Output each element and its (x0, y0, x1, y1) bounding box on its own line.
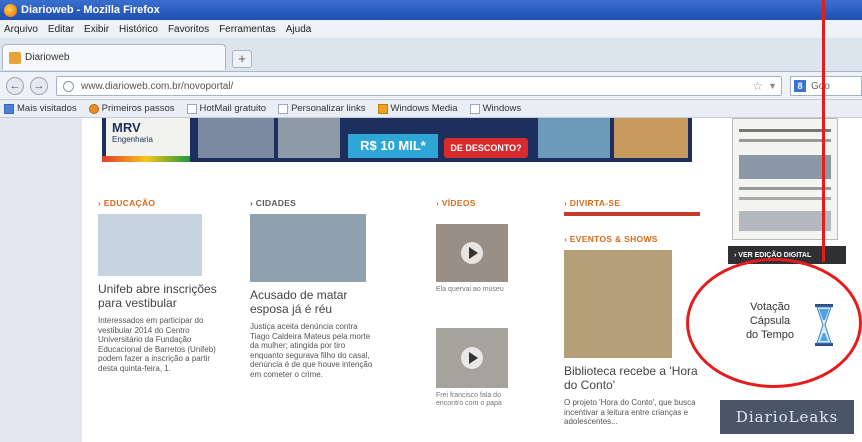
menu-bar: Arquivo Editar Exibir Histórico Favorito… (0, 20, 862, 38)
news-column-educacao: › EDUCAÇÃO Unifeb abre inscrições para v… (98, 198, 220, 373)
tab-label: Diarioweb (25, 52, 70, 63)
annotation-arrow (822, 0, 825, 262)
bookmark-label: Windows Media (390, 103, 458, 114)
news-headline[interactable]: Biblioteca recebe a 'Hora do Conto' (564, 364, 700, 392)
new-tab-button[interactable]: + (232, 50, 252, 68)
news-thumbnail[interactable] (564, 250, 672, 358)
forward-button[interactable]: → (30, 77, 48, 95)
news-thumbnail[interactable] (98, 214, 202, 276)
news-thumbnail[interactable] (250, 214, 366, 282)
main-content: MRV Engenharia R$ 10 MIL* DE DESCONTO? ›… (82, 118, 712, 442)
navigation-bar: ← → www.diarioweb.com.br/novoportal/ ☆ ▼… (0, 72, 862, 100)
subsection-title[interactable]: › EVENTOS & SHOWS (564, 234, 700, 244)
menu-editar[interactable]: Editar (48, 24, 74, 35)
section-divider (564, 212, 700, 216)
building-photo (278, 118, 340, 158)
window-title: Diarioweb - Mozilla Firefox (21, 4, 160, 16)
section-title[interactable]: › EDUCAÇÃO (98, 198, 220, 208)
video-thumbnail[interactable] (436, 224, 508, 282)
menu-historico[interactable]: Histórico (119, 24, 158, 35)
discount-tag: DE DESCONTO? (444, 138, 528, 158)
bookmark-windows[interactable]: Windows (469, 103, 522, 114)
building-photo (198, 118, 274, 158)
globe-icon (63, 81, 74, 92)
page-icon (186, 103, 197, 114)
back-button[interactable]: ← (6, 77, 24, 95)
news-headline[interactable]: Acusado de matar esposa já é réu (250, 288, 374, 316)
url-bar[interactable]: www.diarioweb.com.br/novoportal/ ☆ ▼ (56, 76, 782, 96)
bookmark-mais-visitados[interactable]: Mais visitados (4, 103, 77, 114)
browser-window: Diarioweb - Mozilla Firefox Arquivo Edit… (0, 0, 862, 442)
tab-strip: Diarioweb + (0, 38, 862, 72)
section-title[interactable]: › VÍDEOS (436, 198, 516, 208)
brand-name: MRV (112, 120, 141, 135)
play-icon[interactable] (461, 242, 483, 264)
page-icon (278, 103, 289, 114)
cover-photo (739, 211, 831, 231)
news-summary: O projeto 'Hora do Conto', que busca inc… (564, 398, 696, 426)
price-badge: R$ 10 MIL* (348, 134, 438, 158)
menu-ajuda[interactable]: Ajuda (286, 24, 312, 35)
menu-ferramentas[interactable]: Ferramentas (219, 24, 276, 35)
text-line (739, 187, 831, 190)
search-input[interactable]: 8 Goo (790, 76, 862, 96)
google-icon: 8 (794, 80, 806, 92)
news-summary: Justiça aceita denúncia contra Tiago Cal… (250, 322, 373, 379)
page-icon (469, 103, 480, 114)
section-title[interactable]: › DIVIRTA-SE (564, 198, 700, 208)
news-headline[interactable]: Unifeb abre inscrições para vestibular (98, 282, 220, 310)
bookmark-personalizar[interactable]: Personalizar links (278, 103, 366, 114)
annotation-circle (686, 258, 862, 388)
firefox-logo-icon (4, 3, 17, 17)
windows-media-icon (377, 103, 388, 114)
menu-favoritos[interactable]: Favoritos (168, 24, 209, 35)
text-line (739, 129, 831, 132)
diarioleaks-banner[interactable]: DiarioLeaks (720, 400, 854, 434)
news-summary: Interessados em participar do vestibular… (98, 316, 216, 373)
menu-arquivo[interactable]: Arquivo (4, 24, 38, 35)
news-column-divirta-se: › DIVIRTA-SE › EVENTOS & SHOWS Bibliotec… (564, 198, 700, 427)
bookmark-hotmail[interactable]: HotMail gratuito (186, 103, 267, 114)
title-bar: Diarioweb - Mozilla Firefox (0, 0, 862, 20)
menu-exibir[interactable]: Exibir (84, 24, 109, 35)
bookmark-label: Mais visitados (17, 103, 77, 114)
news-column-cidades: › CIDADES Acusado de matar esposa já é r… (250, 198, 374, 379)
firefox-icon (88, 103, 99, 114)
cover-photo (739, 155, 831, 179)
resort-photo (614, 118, 688, 158)
section-title[interactable]: › CIDADES (250, 198, 374, 208)
bookmark-label: Personalizar links (291, 103, 366, 114)
video-thumbnail[interactable] (436, 328, 508, 388)
text-line (739, 139, 831, 142)
bookmark-label: Primeiros passos (101, 103, 175, 114)
bookmark-windows-media[interactable]: Windows Media (377, 103, 458, 114)
search-placeholder: Goo (811, 80, 830, 92)
url-text: www.diarioweb.com.br/novoportal/ (81, 80, 234, 92)
bookmark-label: HotMail gratuito (199, 103, 267, 114)
tab-diarioweb[interactable]: Diarioweb (2, 44, 226, 70)
brand-subtitle: Engenharia (112, 135, 153, 144)
favicon-icon (9, 51, 21, 64)
text-line (739, 197, 831, 200)
bookmark-star-icon[interactable]: ☆ (752, 79, 763, 93)
folder-icon (4, 103, 14, 114)
pool-photo (538, 118, 610, 158)
news-column-videos: › VÍDEOS Ela quervai ao museu Frei franc… (436, 198, 516, 408)
brand-logo: MRV Engenharia (106, 118, 190, 158)
play-icon[interactable] (461, 347, 483, 369)
bookmarks-bar: Mais visitados Primeiros passos HotMail … (0, 100, 862, 118)
video-caption[interactable]: Ela quervai ao museu (436, 286, 516, 294)
bookmark-primeiros-passos[interactable]: Primeiros passos (88, 103, 175, 114)
chevron-down-icon[interactable]: ▼ (768, 81, 777, 91)
video-caption[interactable]: Frei francisco fala do encontro com o pa… (436, 392, 516, 408)
brand-stripe (102, 156, 190, 162)
bookmark-label: Windows (482, 103, 522, 114)
ad-banner[interactable]: MRV Engenharia R$ 10 MIL* DE DESCONTO? (102, 118, 692, 162)
